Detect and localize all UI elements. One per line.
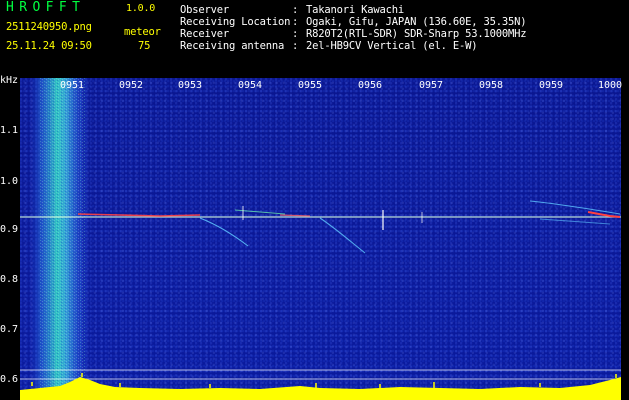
time-label: 0951: [60, 80, 85, 91]
receiver-separator: :: [292, 28, 299, 40]
location-value: Ogaki, Gifu, JAPAN (136.60E, 35.35N): [306, 16, 527, 28]
observer-label: Observer: [180, 4, 229, 16]
antenna-label: Receiving antenna: [180, 40, 285, 52]
freq-label: 1.0: [0, 176, 19, 187]
signal-level-peaks: [31, 373, 617, 388]
spectrogram-plot: [20, 78, 621, 400]
app-title: HROFFT: [6, 0, 86, 15]
freq-label: 0.9: [0, 224, 19, 235]
meteor-trail: [539, 218, 611, 225]
time-label: 0958: [479, 80, 504, 91]
unit-label: kHz: [0, 75, 19, 86]
location-label: Receiving Location: [180, 16, 291, 28]
meteor-trail: [199, 217, 249, 247]
time-label: 0959: [539, 80, 564, 91]
freq-label: 0.7: [0, 324, 19, 335]
spectrogram-overlay: [20, 78, 621, 400]
observer-separator: :: [292, 4, 299, 16]
freq-label: 0.8: [0, 274, 19, 285]
observer-value: Takanori Kawachi: [306, 4, 404, 16]
time-label: 0953: [178, 80, 203, 91]
antenna-separator: :: [292, 40, 299, 52]
freq-label: 0.6: [0, 374, 19, 385]
time-label: 0955: [298, 80, 323, 91]
receiver-label: Receiver: [180, 28, 229, 40]
time-label: 0952: [119, 80, 144, 91]
meteor-trail: [529, 200, 621, 215]
time-label: 0957: [419, 80, 444, 91]
time-label: 0956: [358, 80, 383, 91]
mode-label: meteor: [124, 26, 161, 38]
capture-time: 25.11.24 09:50: [6, 40, 92, 52]
app-version: 1.0.0: [126, 3, 156, 14]
header-panel: HROFFT 1.0.0 2511240950.png meteor 25.11…: [0, 0, 629, 78]
image-filename: 2511240950.png: [6, 21, 92, 33]
location-separator: :: [292, 16, 299, 28]
meteor-count: 75: [138, 40, 151, 52]
signal-level-strip: [20, 377, 621, 400]
carrier-echo: [77, 213, 201, 217]
antenna-value: 2el-HB9CV Vertical (el. E-W): [306, 40, 478, 52]
carrier-echo: [279, 214, 311, 217]
time-label: 1000: [598, 80, 623, 91]
freq-label: 1.1: [0, 125, 19, 136]
spectrogram-window: HROFFT 1.0.0 2511240950.png meteor 25.11…: [0, 0, 629, 400]
time-label: 0954: [238, 80, 263, 91]
receiver-value: R820T2(RTL-SDR) SDR-Sharp 53.1000MHz: [306, 28, 527, 40]
meteor-trail: [319, 217, 366, 254]
noise-band-texture: [40, 78, 86, 388]
